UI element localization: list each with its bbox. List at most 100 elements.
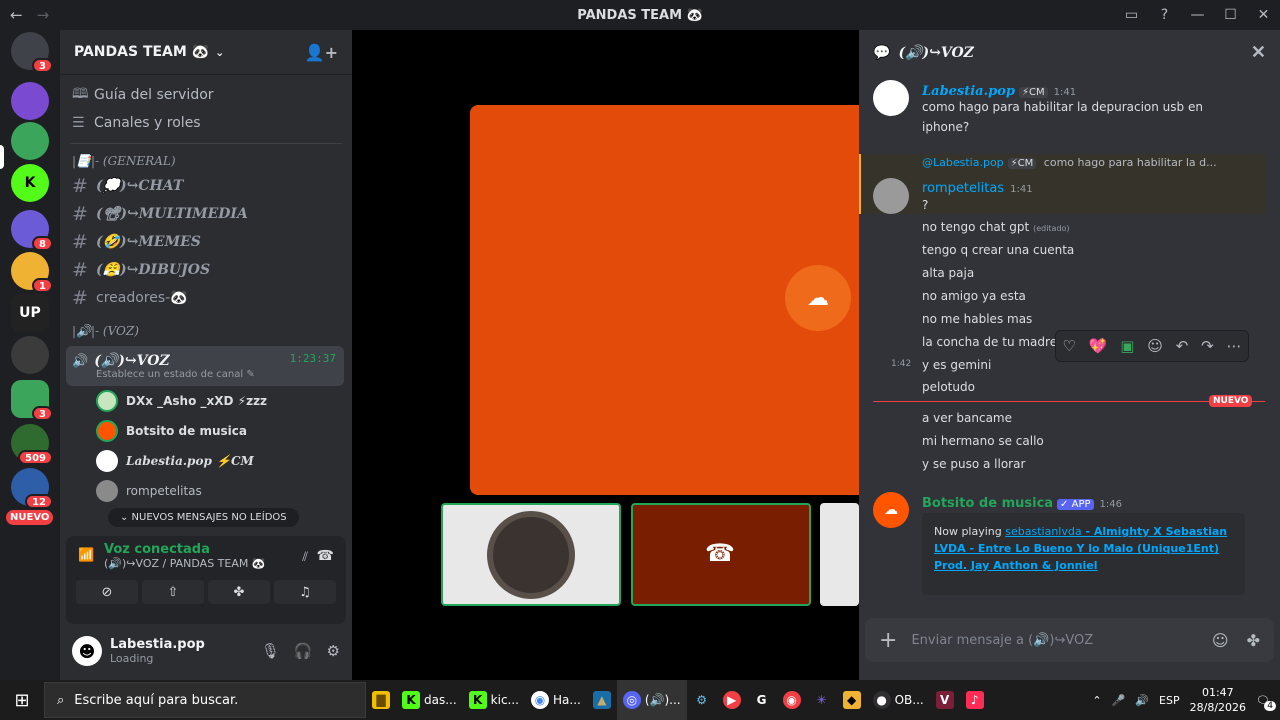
gear-icon[interactable]: ⚙ bbox=[327, 642, 340, 660]
window-title: PANDAS TEAM 🐼 bbox=[577, 7, 703, 23]
signal-icon[interactable]: 📶 bbox=[78, 548, 94, 563]
new-unread-messages-pill[interactable]: ⌄ NUEVOS MENSAJES NO LEÍDOS bbox=[108, 508, 299, 527]
tray-chevron-icon[interactable]: ⌃ bbox=[1092, 694, 1101, 707]
soundboard-button[interactable]: ♫ bbox=[274, 580, 336, 604]
participant-tile[interactable]: ☎ bbox=[631, 503, 811, 606]
noise-suppression-icon[interactable]: ⫽ bbox=[302, 550, 308, 565]
message-input[interactable]: Enviar mensaje a (🔊)↪VOZ bbox=[911, 633, 1093, 648]
creeper-server-icon[interactable]: 3 bbox=[11, 380, 53, 421]
track-user-link[interactable]: sebastianlvda bbox=[1005, 525, 1081, 538]
language-indicator[interactable]: ESP bbox=[1159, 694, 1180, 707]
category-voz[interactable]: |🔊|- (VOZ) bbox=[60, 312, 352, 342]
channel-memes[interactable]: # (🤣)↪MEMES bbox=[60, 228, 352, 256]
inbox-icon[interactable]: ▭ bbox=[1115, 0, 1148, 30]
reply-icon[interactable]: ↶ bbox=[1176, 337, 1189, 355]
taskbar-app[interactable]: ● OB... bbox=[867, 680, 930, 720]
participant-tile[interactable] bbox=[441, 503, 621, 606]
forward-icon[interactable]: → bbox=[37, 6, 50, 24]
taskbar-app-label: kic... bbox=[490, 693, 519, 707]
close-icon[interactable]: ✕ bbox=[1251, 42, 1266, 63]
avatar[interactable]: ☻ bbox=[72, 636, 102, 666]
server-icon[interactable]: 8 bbox=[11, 210, 53, 251]
reaction-heart-icon[interactable]: ♡ bbox=[1062, 337, 1075, 355]
back-icon[interactable]: ← bbox=[10, 6, 23, 24]
message-author[interactable]: rompetelitas bbox=[922, 181, 1004, 196]
server-icon[interactable] bbox=[11, 336, 49, 374]
minimize-button[interactable]: — bbox=[1181, 0, 1214, 30]
taskbar-app-discord[interactable]: ◎ (🔊)... bbox=[616, 680, 687, 720]
clock[interactable]: 01:47 28/8/2026 bbox=[1190, 685, 1246, 715]
maximize-button[interactable]: ☐ bbox=[1214, 0, 1247, 30]
emoji-icon[interactable]: ☺ bbox=[1212, 631, 1229, 650]
voice-user[interactable]: Labestia.pop ⚡CM bbox=[60, 446, 352, 476]
microphone-icon[interactable]: 🎤 bbox=[1112, 694, 1126, 707]
server-icon[interactable]: 509 bbox=[11, 424, 53, 465]
microphone-icon[interactable]: 🎙 bbox=[261, 642, 280, 660]
soundcloud-icon[interactable]: ☁ bbox=[873, 492, 909, 528]
reply-reference[interactable]: @Labestia.pop ⚡CM como hago para habilita… bbox=[922, 156, 1217, 169]
message-author[interactable]: Labestia.pop bbox=[922, 84, 1015, 99]
taskbar-app[interactable]: V bbox=[930, 680, 960, 720]
voice-user[interactable]: rompetelitas bbox=[60, 476, 352, 506]
stream-tile-main[interactable]: ☁ bbox=[470, 105, 859, 495]
participant-tile[interactable] bbox=[820, 503, 859, 606]
taskbar-app[interactable]: ◆ bbox=[837, 680, 867, 720]
channel-dibujos[interactable]: # (😤)↪DIBUJOS bbox=[60, 256, 352, 284]
avatar[interactable] bbox=[873, 80, 909, 116]
more-icon[interactable]: ⋯ bbox=[1227, 337, 1242, 355]
server-icon[interactable]: 1 bbox=[11, 252, 53, 293]
voice-channel-active[interactable]: 🔊 (🔊)↪VOZ 1:23:37 Establece un estado de … bbox=[66, 346, 344, 386]
message-composer[interactable]: + Enviar mensaje a (🔊)↪VOZ ☺ ✤ bbox=[865, 618, 1274, 662]
taskbar-app[interactable]: G bbox=[747, 680, 777, 720]
guild-header[interactable]: PANDAS TEAM 🐼 ⌄ 👤+ bbox=[60, 30, 352, 75]
message-text: no amigo ya esta bbox=[922, 289, 1026, 303]
new-servers-badge[interactable]: NUEVO bbox=[6, 510, 54, 525]
add-member-icon[interactable]: 👤+ bbox=[305, 43, 338, 62]
server-icon[interactable]: 12 bbox=[11, 468, 53, 509]
taskbar-app[interactable]: Kdas... bbox=[396, 680, 463, 720]
taskbar-app[interactable]: ◉ bbox=[777, 680, 807, 720]
taskbar-app[interactable]: ⚙ bbox=[687, 680, 717, 720]
channel-chat[interactable]: # (💭)↪CHAT bbox=[60, 172, 352, 200]
channel-creadores[interactable]: # creadores-🐼 bbox=[60, 284, 352, 312]
apps-icon[interactable]: ✤ bbox=[1247, 631, 1260, 650]
nav-server-guide[interactable]: 🕮 Guía del servidor bbox=[60, 81, 352, 109]
channel-multimedia[interactable]: # (📽)↪MULTIMEDIA bbox=[60, 200, 352, 228]
help-icon[interactable]: ? bbox=[1148, 0, 1181, 30]
voice-user[interactable]: Botsito de musica bbox=[60, 416, 352, 446]
volume-icon[interactable]: 🔊 bbox=[1135, 694, 1149, 707]
forward-icon[interactable]: ↷ bbox=[1201, 337, 1214, 355]
taskbar-app[interactable]: ♪ bbox=[960, 680, 990, 720]
disconnect-icon[interactable]: ☎ bbox=[317, 548, 334, 564]
guide-icon: 🕮 bbox=[72, 86, 89, 102]
nav-channels-roles[interactable]: ☰ Canales y roles bbox=[60, 109, 352, 137]
camera-button[interactable]: ⊘ bbox=[76, 580, 138, 604]
taskbar-app[interactable]: ◉ Ha... bbox=[525, 680, 587, 720]
reaction-block-icon[interactable]: ▣ bbox=[1120, 337, 1134, 355]
kick-server-icon[interactable]: K bbox=[11, 164, 49, 202]
taskbar-app[interactable]: ✳ bbox=[807, 680, 837, 720]
screen-share-button[interactable]: ⇧ bbox=[142, 580, 204, 604]
avatar[interactable] bbox=[873, 178, 909, 214]
reaction-hearts-icon[interactable]: 💖 bbox=[1089, 337, 1108, 355]
notification-icon[interactable]: 🗨 4 bbox=[1256, 694, 1276, 711]
category-general[interactable]: |📑|- (GENERAL) bbox=[60, 144, 352, 172]
voice-user[interactable]: DXx _Asho _xXD ⚡zzz bbox=[60, 386, 352, 416]
server-icon[interactable] bbox=[11, 82, 49, 120]
taskbar-search[interactable]: ⌕ Escribe aquí para buscar. bbox=[44, 682, 366, 718]
message-author[interactable]: Botsito de musica bbox=[922, 496, 1053, 511]
taskbar-app[interactable]: ▶ bbox=[717, 680, 747, 720]
add-reaction-icon[interactable]: ☺ bbox=[1147, 337, 1163, 355]
channel-status[interactable]: Establece un estado de canal ✎ bbox=[96, 369, 338, 380]
server-icon[interactable]: 3 bbox=[11, 32, 53, 73]
plus-icon[interactable]: + bbox=[879, 628, 897, 653]
headset-icon[interactable]: 🎧 bbox=[294, 642, 313, 660]
activities-button[interactable]: ✤ bbox=[208, 580, 270, 604]
windows-start-icon[interactable]: ⊞ bbox=[0, 680, 44, 720]
close-button[interactable]: ✕ bbox=[1247, 0, 1280, 30]
taskbar-app-explorer[interactable]: ▇ bbox=[366, 680, 396, 720]
server-icon[interactable] bbox=[11, 122, 49, 160]
server-icon[interactable]: UP bbox=[11, 294, 49, 332]
taskbar-app[interactable]: Kkic... bbox=[463, 680, 525, 720]
taskbar-app[interactable]: ▲ bbox=[587, 680, 617, 720]
